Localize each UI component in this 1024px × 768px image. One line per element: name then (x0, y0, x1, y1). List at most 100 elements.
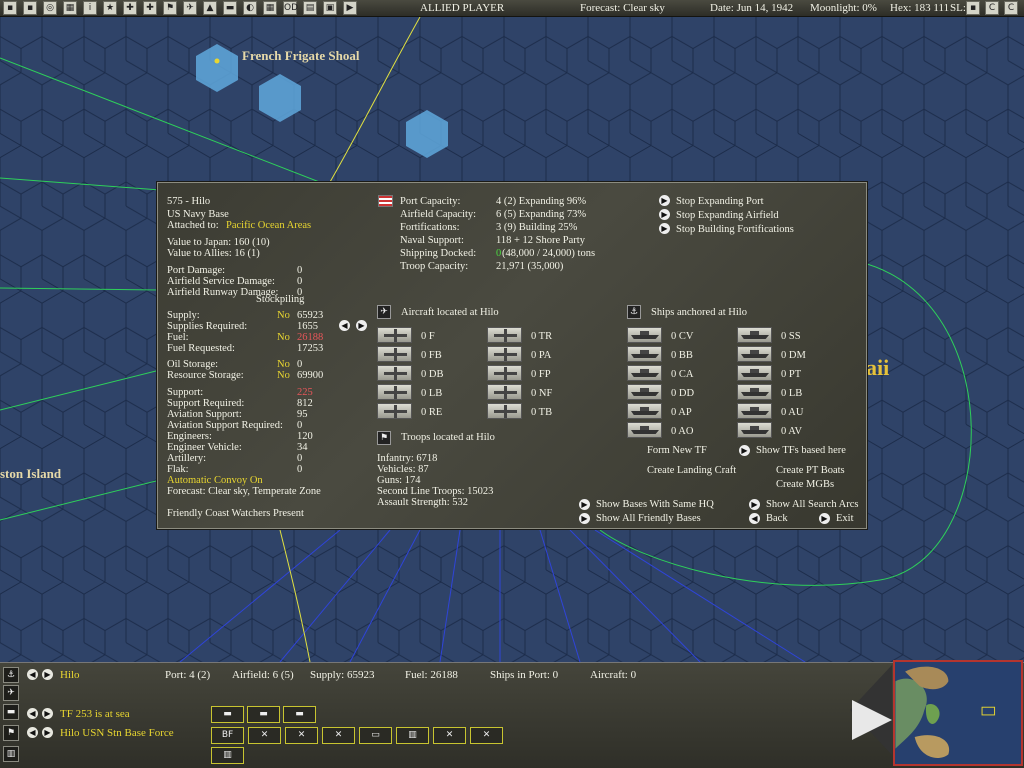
aircraft-type-button[interactable] (377, 365, 412, 381)
next-base-arrow[interactable]: ▶ (42, 669, 53, 680)
unit-subunit-button[interactable]: ▥ (211, 747, 244, 764)
show-tfs-arrow[interactable]: ▶ (739, 445, 750, 456)
action-arrow[interactable]: ▶ (659, 209, 670, 220)
ship-icon[interactable]: ▬ (3, 704, 19, 720)
flag-icon[interactable]: ⚑ (3, 725, 19, 741)
back-arrow[interactable]: ◀ (749, 513, 760, 524)
toolbar-button-7[interactable]: ✚ (123, 1, 137, 15)
form-tf-button[interactable]: Form New TF (647, 445, 707, 456)
next-tf-arrow[interactable]: ▶ (42, 708, 53, 719)
unit-type-button[interactable]: ▭ (359, 727, 392, 744)
unit-name[interactable]: Hilo USN Stn Base Force (60, 727, 174, 739)
toolbar-right-button-1[interactable]: ▪ (966, 1, 980, 15)
storage-flag[interactable]: No (277, 370, 290, 381)
prev-base-arrow[interactable]: ◀ (27, 669, 38, 680)
ship-type-button[interactable] (627, 384, 662, 400)
aircraft-type-button[interactable] (487, 346, 522, 362)
toolbar-button-10[interactable]: ✈ (183, 1, 197, 15)
back-button[interactable]: Back (766, 513, 788, 524)
action-button-3[interactable]: Stop Building Fortifications (676, 224, 794, 235)
aircraft-type-button[interactable] (377, 384, 412, 400)
search-arcs-arrow[interactable]: ▶ (749, 499, 760, 510)
convoy-status[interactable]: Automatic Convoy On (167, 475, 263, 486)
aircraft-type-button[interactable] (487, 403, 522, 419)
action-button-2[interactable]: Stop Expanding Airfield (676, 210, 779, 221)
supply-increase-arrow[interactable]: ▶ (356, 320, 367, 331)
toolbar-button-1[interactable]: ▪ (3, 1, 17, 15)
landing-craft-button[interactable]: Create Landing Craft (647, 465, 736, 476)
toolbar-button-9[interactable]: ⚑ (163, 1, 177, 15)
prev-unit-arrow[interactable]: ◀ (27, 727, 38, 738)
ship-type-button[interactable] (737, 403, 772, 419)
search-arcs-button[interactable]: Show All Search Arcs (766, 499, 858, 510)
action-button-1[interactable]: Stop Expanding Port (676, 196, 764, 207)
aircraft-type-button[interactable] (377, 346, 412, 362)
shoal-base-marker[interactable] (214, 58, 220, 64)
prev-tf-arrow[interactable]: ◀ (27, 708, 38, 719)
toolbar-right-button-2[interactable]: C (985, 1, 999, 15)
toolbar-right-button-3[interactable]: C (1004, 1, 1018, 15)
minimap[interactable] (893, 660, 1023, 766)
aircraft-icon[interactable]: ✈ (3, 685, 19, 701)
toolbar-button-4[interactable]: ▦ (63, 1, 77, 15)
toolbar-button-6[interactable]: ★ (103, 1, 117, 15)
action-arrow[interactable]: ▶ (659, 195, 670, 206)
aircraft-type-button[interactable] (377, 327, 412, 343)
anchor-icon[interactable]: ⚓ (3, 667, 19, 683)
exit-button[interactable]: Exit (836, 513, 854, 524)
same-hq-button[interactable]: Show Bases With Same HQ (596, 499, 714, 510)
unit-type-button[interactable]: ▥ (396, 727, 429, 744)
aircraft-type-button[interactable] (487, 384, 522, 400)
aircraft-type-button[interactable] (487, 327, 522, 343)
toolbar-button-15[interactable]: OD (283, 1, 298, 15)
ship-type-button[interactable] (737, 422, 772, 438)
unit-type-button[interactable]: ✕ (470, 727, 503, 744)
aircraft-type-button[interactable] (377, 403, 412, 419)
toolbar-button-18[interactable]: ▶ (343, 1, 357, 15)
toolbar-button-11[interactable]: ▲ (203, 1, 217, 15)
toolbar-button-13[interactable]: ◐ (243, 1, 257, 15)
ship-type-button[interactable] (627, 422, 662, 438)
tf-ship-button-2[interactable]: ▬ (247, 706, 280, 723)
unit-type-button[interactable]: ✕ (322, 727, 355, 744)
unit-type-button[interactable]: ✕ (433, 727, 466, 744)
tf-status[interactable]: TF 253 is at sea (60, 708, 130, 720)
ship-type-button[interactable] (627, 365, 662, 381)
storage-flag[interactable]: No (277, 359, 290, 370)
unit-type-button[interactable]: BF (211, 727, 244, 744)
supply-flag[interactable]: No (277, 310, 290, 321)
ship-type-button[interactable] (737, 327, 772, 343)
exit-arrow[interactable]: ▶ (819, 513, 830, 524)
toolbar-button-2[interactable]: ▪ (23, 1, 37, 15)
supply-flag[interactable]: No (277, 332, 290, 343)
toolbar-button-3[interactable]: ◎ (43, 1, 57, 15)
ship-type-button[interactable] (627, 403, 662, 419)
building-icon[interactable]: ▥ (3, 746, 19, 762)
unit-type-button[interactable]: ✕ (285, 727, 318, 744)
toolbar-button-17[interactable]: ▣ (323, 1, 337, 15)
all-friendly-arrow[interactable]: ▶ (579, 513, 590, 524)
toolbar-button-8[interactable]: ✚ (143, 1, 157, 15)
action-arrow[interactable]: ▶ (659, 223, 670, 234)
supply-decrease-arrow[interactable]: ◀ (339, 320, 350, 331)
attached-hq[interactable]: Pacific Ocean Areas (226, 220, 311, 231)
mgbs-button[interactable]: Create MGBs (776, 479, 834, 490)
aircraft-type-button[interactable] (487, 365, 522, 381)
unit-type-button[interactable]: ✕ (248, 727, 281, 744)
ship-type-button[interactable] (737, 365, 772, 381)
show-tfs-button[interactable]: Show TFs based here (756, 445, 846, 456)
next-unit-arrow[interactable]: ▶ (42, 727, 53, 738)
toolbar-button-16[interactable]: ▤ (303, 1, 317, 15)
ship-type-button[interactable] (627, 346, 662, 362)
same-hq-arrow[interactable]: ▶ (579, 499, 590, 510)
toolbar-button-14[interactable]: ▦ (263, 1, 277, 15)
ship-type-button[interactable] (737, 346, 772, 362)
ship-type-button[interactable] (627, 327, 662, 343)
selected-base-name[interactable]: Hilo (60, 669, 80, 681)
pt-boats-button[interactable]: Create PT Boats (776, 465, 845, 476)
toolbar-button-12[interactable]: ▬ (223, 1, 237, 15)
toolbar-button-5[interactable]: i (83, 1, 97, 15)
tf-ship-button-1[interactable]: ▬ (211, 706, 244, 723)
all-friendly-button[interactable]: Show All Friendly Bases (596, 513, 701, 524)
tf-ship-button-3[interactable]: ▬ (283, 706, 316, 723)
